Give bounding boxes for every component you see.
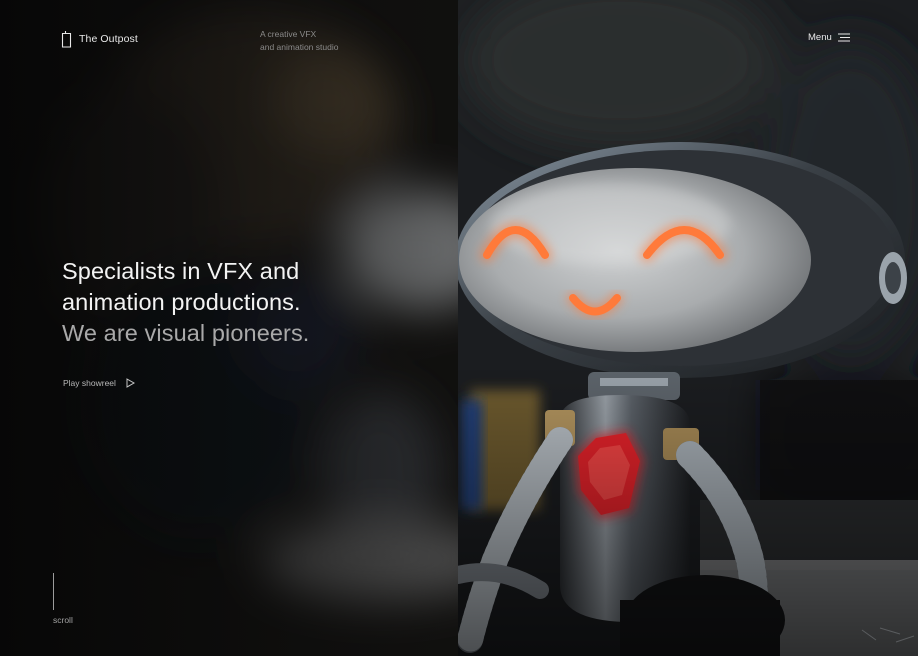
outpost-logo-icon	[61, 31, 72, 48]
hero-headline: Specialists in VFX and animation product…	[62, 256, 309, 349]
hamburger-menu-icon	[837, 33, 850, 42]
tagline-line-1: A creative VFX	[260, 29, 317, 39]
menu-label: Menu	[808, 32, 832, 43]
scroll-line	[53, 573, 54, 610]
headline-line-3: We are visual pioneers.	[62, 320, 310, 346]
brand-name: The Outpost	[79, 33, 138, 45]
menu-button[interactable]: Menu	[808, 32, 850, 43]
site-header: The Outpost A creative VFX and animation…	[0, 0, 918, 80]
brand-logo-link[interactable]: The Outpost	[61, 30, 138, 48]
scroll-label: scroll	[53, 615, 73, 625]
headline-line-1: Specialists in VFX and	[62, 258, 300, 284]
headline-line-2: animation productions.	[62, 289, 301, 315]
tagline-line-2: and animation studio	[260, 41, 339, 52]
scroll-indicator[interactable]: scroll	[53, 573, 73, 625]
play-showreel-button[interactable]: Play showreel	[63, 378, 135, 388]
showreel-label: Play showreel	[63, 378, 116, 388]
studio-tagline: A creative VFX and animation studio	[260, 28, 338, 53]
play-icon	[126, 378, 135, 388]
